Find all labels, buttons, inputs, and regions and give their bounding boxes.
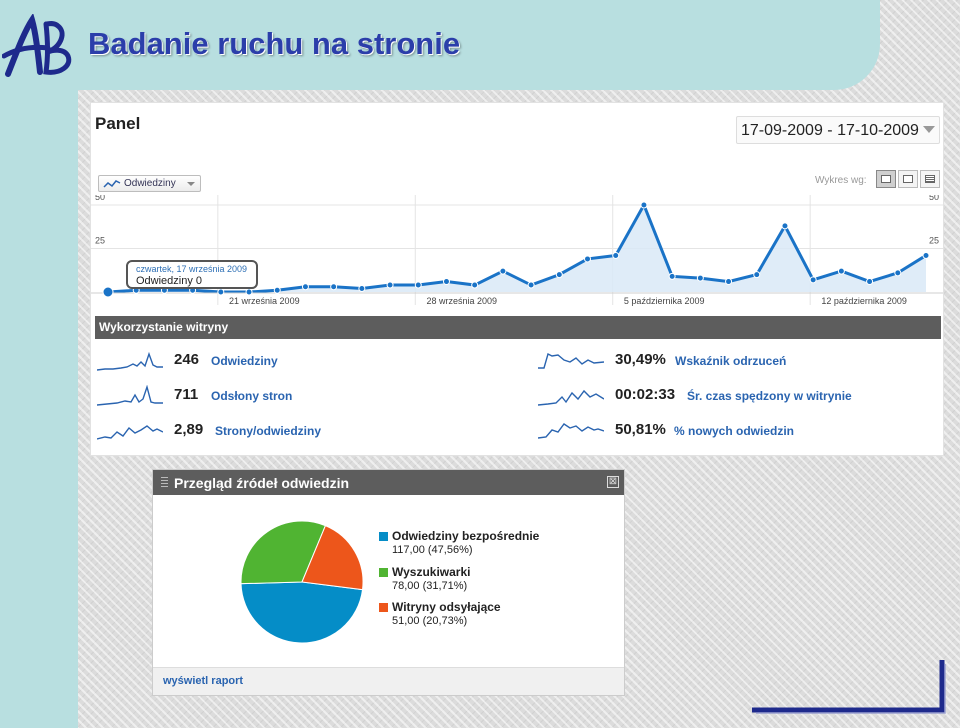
- data-point: [696, 274, 704, 282]
- visits-line-chart: 50 50 25 25 21 września 2009 28 września 2009…: [91, 195, 943, 306]
- chevron-down-icon: [187, 182, 195, 186]
- data-point: [414, 281, 422, 289]
- traffic-sources-widget: Przegląd źródeł odwiedzin ⊠ Odwiedziny b…: [152, 469, 625, 696]
- sparkline: [538, 389, 604, 406]
- view-report-link[interactable]: wyświetl raport: [153, 667, 624, 695]
- drag-handle-icon[interactable]: [161, 477, 168, 488]
- data-point: [555, 271, 563, 279]
- metric-select[interactable]: Odwiedziny: [98, 175, 201, 192]
- legend-detail: 51,00 (20,73%): [392, 615, 468, 627]
- data-point: [809, 276, 817, 284]
- data-point: [866, 278, 874, 286]
- traffic-sources-title: Przegląd źródeł odwiedzin: [174, 475, 350, 491]
- data-point: [612, 251, 620, 259]
- data-point: [301, 283, 309, 291]
- sparkline: [538, 423, 604, 439]
- stat-label: % nowych odwiedzin: [674, 424, 795, 438]
- x-tick-label: 5 października 2009: [624, 296, 705, 306]
- stat-value: 711: [174, 386, 199, 403]
- x-tick-label: 12 października 2009: [821, 296, 907, 306]
- panel-title: Panel: [95, 114, 141, 133]
- close-icon[interactable]: ⊠: [607, 476, 619, 488]
- y-tick-label: 25: [929, 236, 939, 246]
- x-tick-label: 28 września 2009: [426, 296, 497, 306]
- data-point: [245, 288, 253, 296]
- ab-logo: [2, 14, 72, 77]
- legend-swatch: [379, 603, 388, 612]
- legend-swatch: [379, 568, 388, 577]
- data-point: [471, 281, 479, 289]
- chevron-down-icon: [923, 126, 935, 133]
- data-point: [894, 269, 902, 277]
- data-point: [640, 201, 648, 209]
- data-point: [753, 271, 761, 279]
- week-view-icon: [903, 175, 913, 183]
- stat-label: Wskaźnik odrzuceń: [675, 354, 787, 368]
- sparkline: [538, 352, 604, 369]
- page-title: Badanie ruchu na stronie: [88, 26, 461, 61]
- stat-value: 00:02:33: [615, 386, 676, 403]
- y-tick-label: 25: [95, 236, 105, 246]
- data-point: [527, 281, 535, 289]
- day-view-icon: [881, 175, 891, 183]
- analytics-dashboard: Panel 17-09-2009 - 17-10-2009 Odwiedziny…: [90, 102, 944, 456]
- site-usage-header: Wykorzystanie witryny: [95, 316, 941, 339]
- stat-label: Śr. czas spędzony w witrynie: [687, 389, 852, 403]
- legend-detail: 117,00 (47,56%): [392, 544, 473, 556]
- legend-name: Witryny odsyłające: [392, 600, 501, 614]
- tooltip-value: Odwiedziny 0: [136, 275, 203, 287]
- stat-label: Odsłony stron: [211, 389, 293, 403]
- stat-value: 50,81%: [615, 421, 666, 438]
- sparkline: [97, 425, 163, 440]
- metric-select-value: Odwiedziny: [124, 178, 176, 189]
- data-point: [584, 255, 592, 263]
- chart-tooltip: czwartek, 17 września 2009 Odwiedziny 0: [126, 260, 258, 289]
- stat-value: 246: [174, 351, 200, 368]
- month-view-icon: [925, 175, 935, 183]
- view-week-button[interactable]: [898, 170, 918, 188]
- data-point: [837, 267, 845, 275]
- legend-name: Wyszukiwarki: [392, 565, 471, 579]
- tooltip-date: czwartek, 17 września 2009: [136, 264, 248, 274]
- data-point: [922, 251, 930, 259]
- legend-name: Odwiedziny bezpośrednie: [392, 529, 540, 543]
- traffic-sources-pie: [240, 520, 364, 644]
- legend-swatch: [379, 532, 388, 541]
- view-day-button[interactable]: [876, 170, 896, 188]
- data-point: [358, 285, 366, 293]
- view-month-button[interactable]: [920, 170, 940, 188]
- corner-decoration: [752, 660, 946, 714]
- sparkline: [97, 385, 163, 406]
- data-point: [781, 222, 789, 230]
- stat-label: Odwiedziny: [211, 354, 278, 368]
- legend-detail: 78,00 (31,71%): [392, 580, 468, 592]
- data-point: [330, 283, 338, 291]
- data-point: [217, 288, 225, 296]
- y-tick-label: 50: [929, 195, 939, 202]
- line-chart-icon: [103, 180, 121, 188]
- sparkline: [97, 351, 163, 371]
- data-point: [499, 267, 507, 275]
- pie-slice: [240, 581, 364, 644]
- data-point: [102, 286, 114, 298]
- data-point: [725, 278, 733, 286]
- stat-value: 2,89: [174, 421, 204, 438]
- stat-label: Strony/odwiedziny: [215, 424, 322, 438]
- left-band: [0, 0, 78, 728]
- date-range-select[interactable]: 17-09-2009 - 17-10-2009: [736, 116, 940, 144]
- chart-by-label: Wykres wg:: [815, 175, 867, 186]
- y-tick-label: 50: [95, 195, 105, 202]
- data-point: [273, 286, 281, 294]
- date-range-value: 17-09-2009 - 17-10-2009: [741, 122, 919, 139]
- x-tick-label: 21 września 2009: [229, 296, 300, 306]
- data-point: [668, 272, 676, 280]
- stat-value: 30,49%: [615, 351, 666, 368]
- data-point: [386, 281, 394, 289]
- traffic-sources-header: Przegląd źródeł odwiedzin ⊠: [153, 470, 624, 495]
- data-point: [442, 278, 450, 286]
